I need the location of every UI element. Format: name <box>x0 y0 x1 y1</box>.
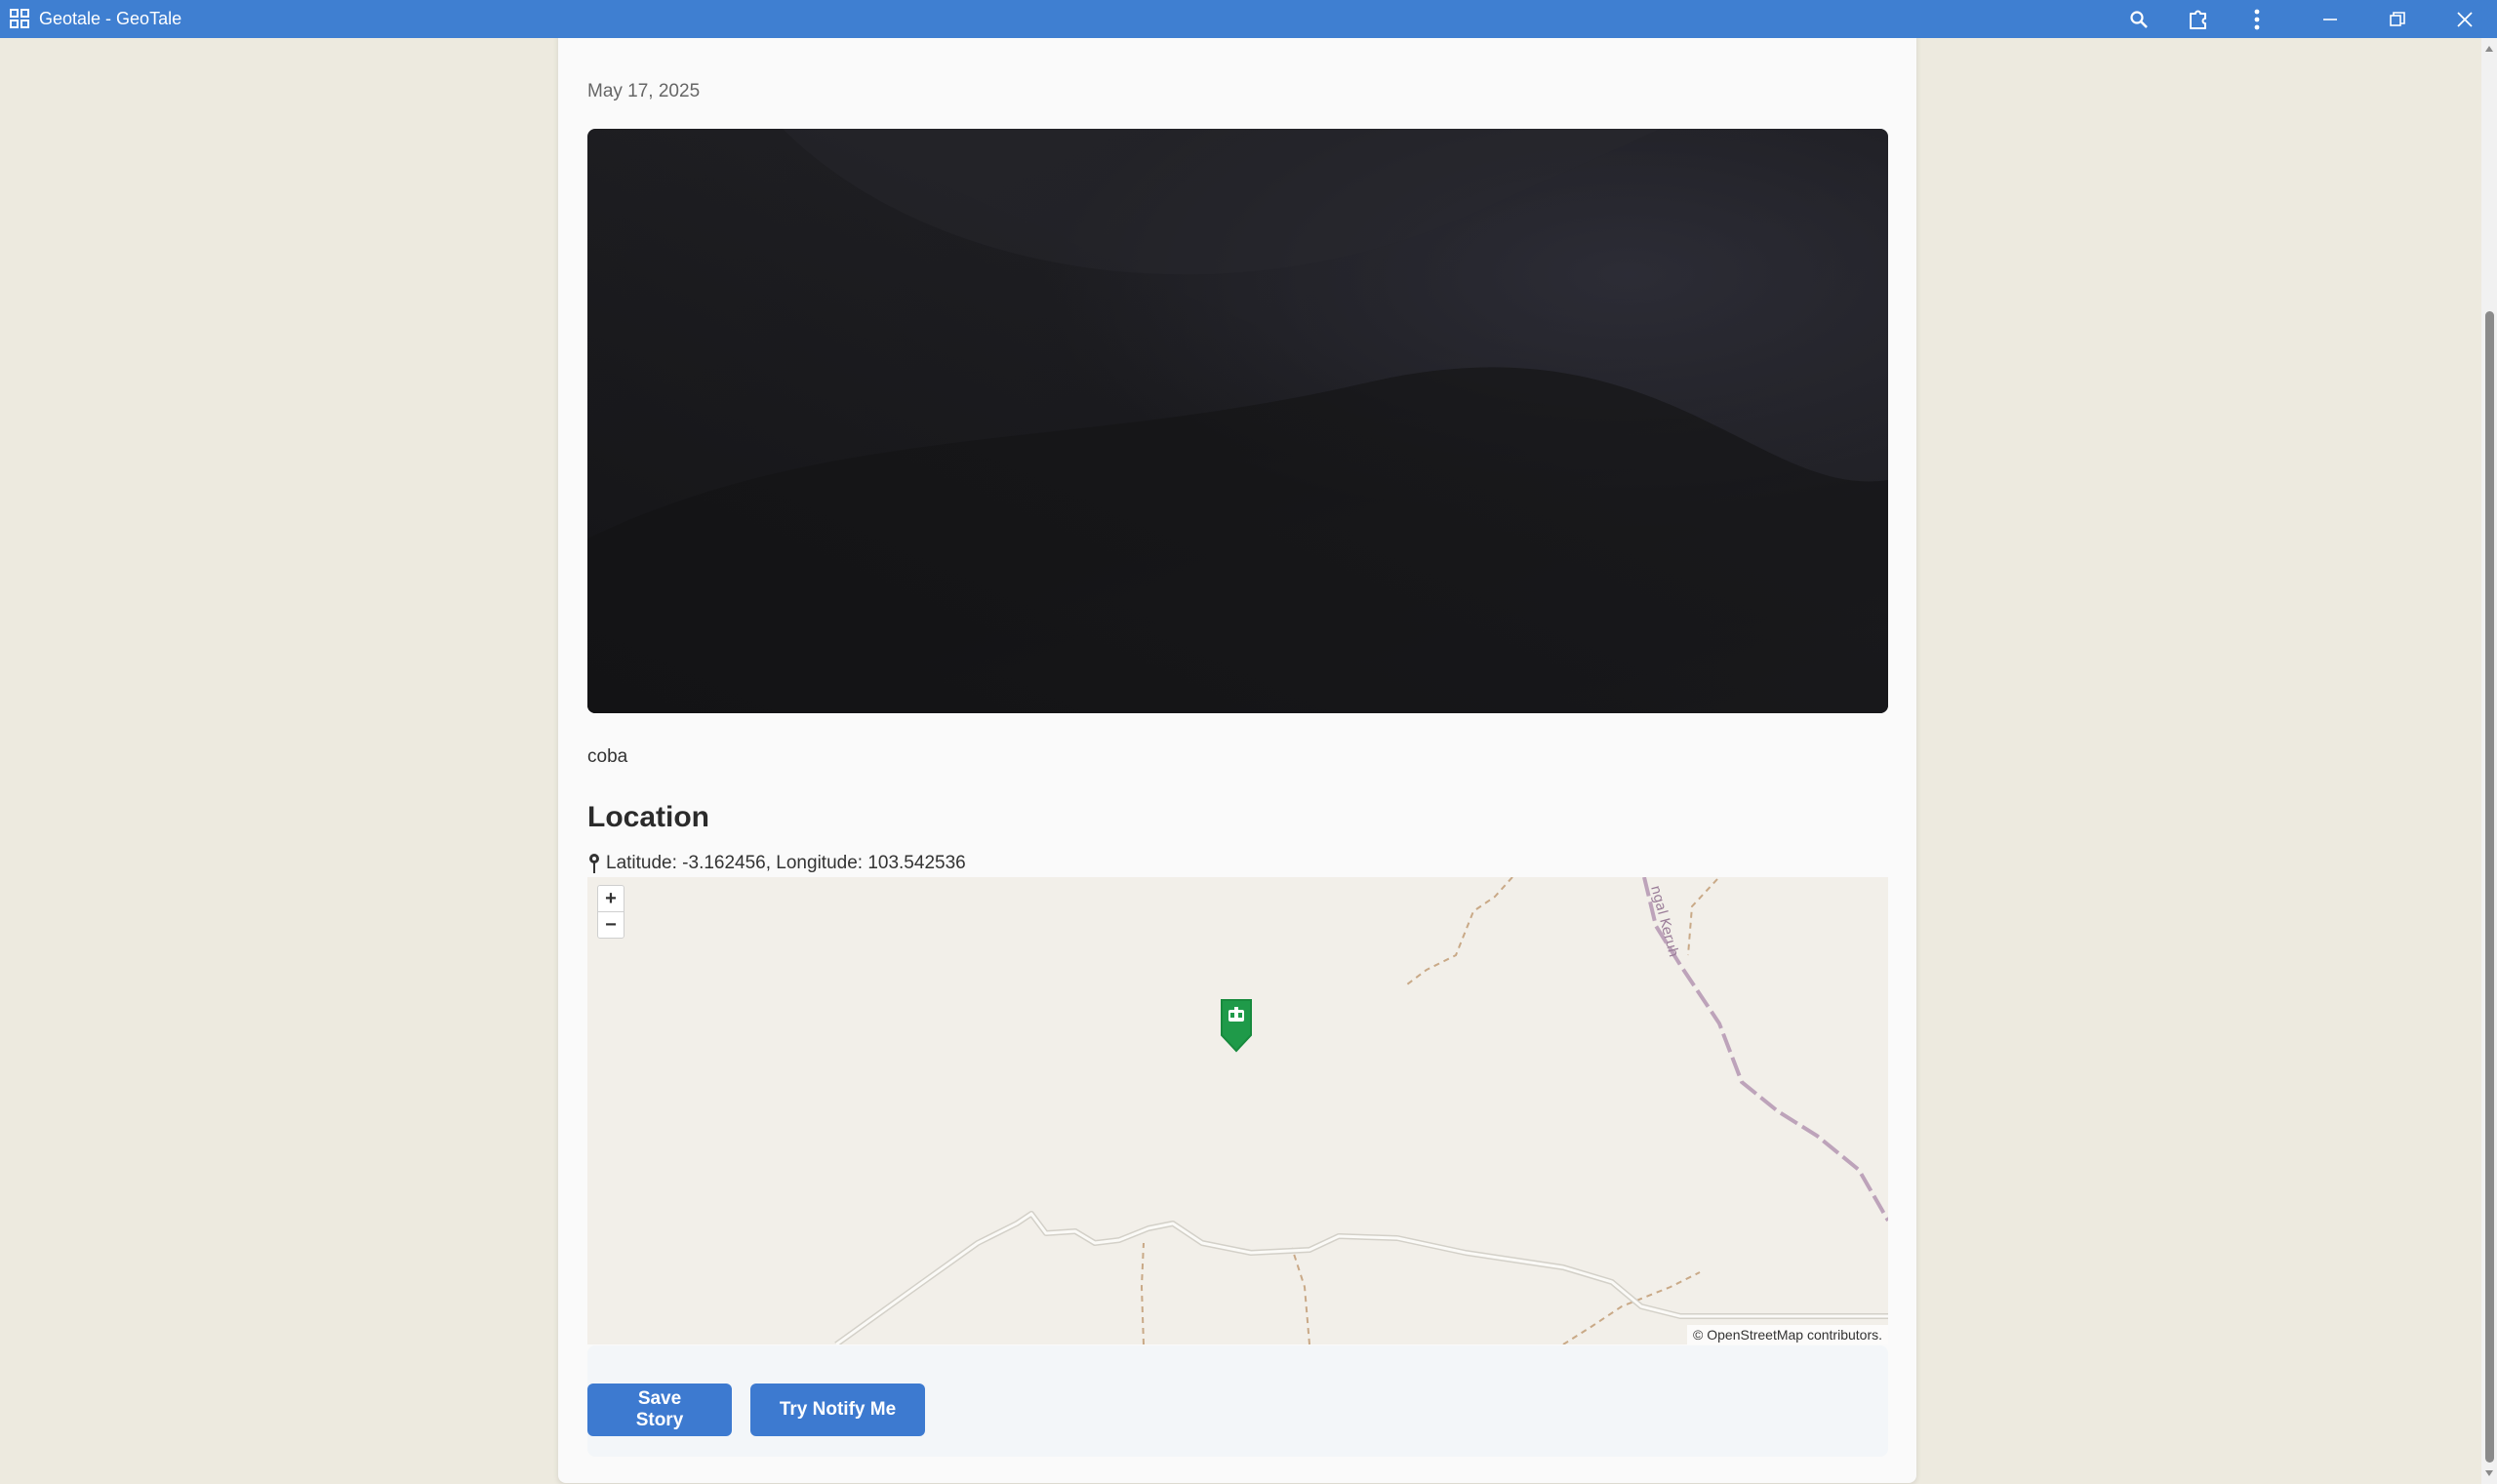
zoom-control: + − <box>597 885 624 939</box>
app-grid-icon <box>10 9 29 28</box>
close-button[interactable] <box>2449 4 2480 35</box>
minimize-button[interactable] <box>2315 4 2346 35</box>
restore-icon <box>2390 12 2405 26</box>
minimize-icon <box>2323 19 2337 20</box>
vertical-scrollbar[interactable] <box>2481 38 2497 1484</box>
restore-button[interactable] <box>2382 4 2413 35</box>
try-notify-button[interactable]: Try Notify Me <box>750 1384 925 1436</box>
save-story-button[interactable]: Save Story <box>587 1384 732 1436</box>
location-heading: Location <box>587 801 709 833</box>
coordinates-text: Latitude: -3.162456, Longitude: 103.5425… <box>606 853 966 873</box>
extensions-button[interactable] <box>2183 4 2214 35</box>
extension-icon <box>2190 10 2206 29</box>
story-photo <box>587 129 1888 713</box>
zoom-in-button[interactable]: + <box>598 886 624 911</box>
search-icon <box>2130 11 2148 28</box>
page-content[interactable]: May 17, 2025 coba Location Latitude: -3.… <box>0 38 2481 1484</box>
map-tiles: ngal Keruh <box>834 877 1888 1344</box>
search-button[interactable] <box>2123 4 2155 35</box>
map-road-label: ngal Keruh <box>1647 884 1681 959</box>
location-coordinates: Latitude: -3.162456, Longitude: 103.5425… <box>587 853 966 874</box>
more-menu-button[interactable] <box>2241 4 2273 35</box>
window-titlebar: Geotale - GeoTale <box>0 0 2497 38</box>
story-description: coba <box>587 746 628 767</box>
story-date: May 17, 2025 <box>587 81 701 101</box>
location-marker-icon[interactable] <box>1218 998 1255 1053</box>
map-pin-icon <box>589 854 599 873</box>
window-title: Geotale - GeoTale <box>39 9 182 28</box>
zoom-out-button[interactable]: − <box>598 911 624 938</box>
location-map[interactable]: ngal Keruh + − © OpenStreetMap contribut… <box>587 877 1888 1344</box>
scroll-down-icon[interactable] <box>2484 1468 2494 1478</box>
scrollbar-thumb[interactable] <box>2485 311 2494 1463</box>
close-icon <box>2457 12 2473 27</box>
map-attribution[interactable]: © OpenStreetMap contributors. <box>1687 1325 1888 1344</box>
scroll-up-icon[interactable] <box>2484 44 2494 54</box>
more-vertical-icon <box>2254 9 2260 30</box>
